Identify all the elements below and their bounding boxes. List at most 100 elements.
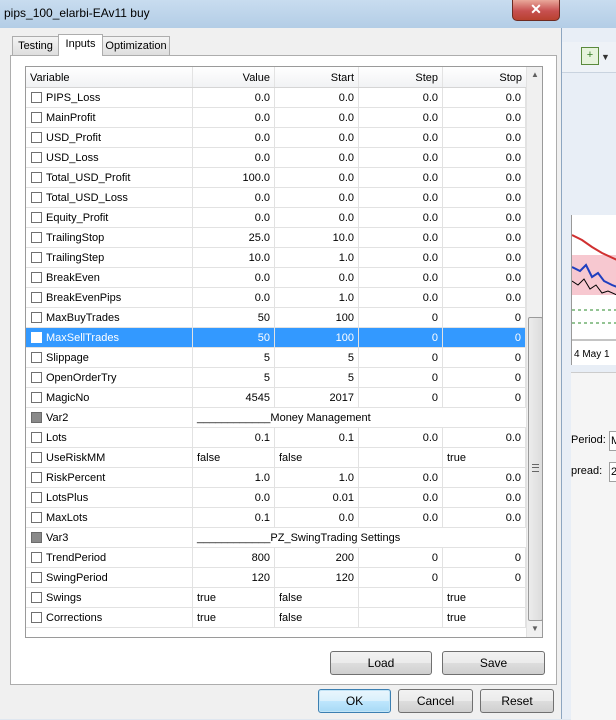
start-cell[interactable]: 2017	[275, 388, 359, 407]
start-cell[interactable]: 0.0	[275, 168, 359, 187]
value-cell[interactable]: true	[193, 608, 275, 627]
table-row[interactable]: USD_Profit 0.0 0.0 0.0 0.0	[26, 128, 526, 148]
stop-cell[interactable]: 0.0	[443, 188, 526, 207]
spread-field[interactable]: 2	[609, 462, 616, 482]
start-cell[interactable]: false	[275, 588, 359, 607]
table-row[interactable]: MainProfit 0.0 0.0 0.0 0.0	[26, 108, 526, 128]
column-header-step[interactable]: Step	[359, 67, 443, 87]
value-cell[interactable]: 0.0	[193, 88, 275, 107]
table-row[interactable]: MaxBuyTrades 50 100 0 0	[26, 308, 526, 328]
section-separator-value[interactable]: ____________PZ_SwingTrading Settings	[193, 528, 526, 547]
stop-cell[interactable]: 0.0	[443, 288, 526, 307]
tab-optimization[interactable]: Optimization	[102, 36, 170, 55]
column-header-value[interactable]: Value	[193, 67, 275, 87]
step-cell[interactable]: 0	[359, 388, 443, 407]
value-cell[interactable]: 25.0	[193, 228, 275, 247]
value-cell[interactable]: true	[193, 588, 275, 607]
table-row[interactable]: RiskPercent 1.0 1.0 0.0 0.0	[26, 468, 526, 488]
value-cell[interactable]: 0.1	[193, 508, 275, 527]
step-cell[interactable]: 0	[359, 368, 443, 387]
new-chart-icon[interactable]: +	[581, 47, 599, 65]
value-cell[interactable]: 50	[193, 328, 275, 347]
value-cell[interactable]: 50	[193, 308, 275, 327]
table-row[interactable]: LotsPlus 0.0 0.01 0.0 0.0	[26, 488, 526, 508]
save-button[interactable]: Save	[442, 651, 545, 675]
step-cell[interactable]: 0.0	[359, 168, 443, 187]
stop-cell[interactable]: 0.0	[443, 128, 526, 147]
table-row[interactable]: TrailingStop 25.0 10.0 0.0 0.0	[26, 228, 526, 248]
table-row[interactable]: Total_USD_Loss 0.0 0.0 0.0 0.0	[26, 188, 526, 208]
table-row[interactable]: MaxLots 0.1 0.0 0.0 0.0	[26, 508, 526, 528]
stop-cell[interactable]: 0.0	[443, 488, 526, 507]
stop-cell[interactable]: 0.0	[443, 268, 526, 287]
stop-cell[interactable]: true	[443, 608, 526, 627]
value-cell[interactable]: 0.0	[193, 288, 275, 307]
period-select[interactable]: M	[609, 431, 616, 451]
step-cell[interactable]	[359, 588, 443, 607]
value-cell[interactable]: 800	[193, 548, 275, 567]
start-cell[interactable]: 0.01	[275, 488, 359, 507]
start-cell[interactable]: 0.0	[275, 508, 359, 527]
step-cell[interactable]: 0	[359, 548, 443, 567]
table-row[interactable]: Swings true false true	[26, 588, 526, 608]
step-cell[interactable]: 0	[359, 308, 443, 327]
stop-cell[interactable]: true	[443, 588, 526, 607]
step-cell[interactable]: 0.0	[359, 468, 443, 487]
stop-cell[interactable]: 0	[443, 548, 526, 567]
step-cell[interactable]: 0	[359, 568, 443, 587]
start-cell[interactable]: 0.0	[275, 208, 359, 227]
step-cell[interactable]: 0.0	[359, 268, 443, 287]
table-row[interactable]: Equity_Profit 0.0 0.0 0.0 0.0	[26, 208, 526, 228]
column-header-start[interactable]: Start	[275, 67, 359, 87]
stop-cell[interactable]: 0	[443, 308, 526, 327]
value-cell[interactable]: 0.0	[193, 188, 275, 207]
table-row[interactable]: TrailingStep 10.0 1.0 0.0 0.0	[26, 248, 526, 268]
step-cell[interactable]: 0.0	[359, 428, 443, 447]
stop-cell[interactable]: 0.0	[443, 88, 526, 107]
stop-cell[interactable]: 0.0	[443, 508, 526, 527]
stop-cell[interactable]: 0.0	[443, 428, 526, 447]
table-row[interactable]: BreakEven 0.0 0.0 0.0 0.0	[26, 268, 526, 288]
stop-cell[interactable]: 0.0	[443, 228, 526, 247]
start-cell[interactable]: 0.0	[275, 108, 359, 127]
table-row[interactable]: USD_Loss 0.0 0.0 0.0 0.0	[26, 148, 526, 168]
step-cell[interactable]: 0.0	[359, 188, 443, 207]
step-cell[interactable]: 0.0	[359, 488, 443, 507]
stop-cell[interactable]: 0.0	[443, 168, 526, 187]
section-separator-value[interactable]: ____________Money Management	[193, 408, 526, 427]
stop-cell[interactable]: 0.0	[443, 148, 526, 167]
tab-inputs[interactable]: Inputs	[58, 34, 103, 56]
start-cell[interactable]: 5	[275, 348, 359, 367]
start-cell[interactable]: false	[275, 608, 359, 627]
table-row[interactable]: Lots 0.1 0.1 0.0 0.0	[26, 428, 526, 448]
stop-cell[interactable]: 0.0	[443, 248, 526, 267]
step-cell[interactable]: 0	[359, 328, 443, 347]
start-cell[interactable]: 1.0	[275, 468, 359, 487]
start-cell[interactable]: 5	[275, 368, 359, 387]
value-cell[interactable]: 120	[193, 568, 275, 587]
value-cell[interactable]: 1.0	[193, 468, 275, 487]
step-cell[interactable]	[359, 448, 443, 467]
table-row[interactable]: SwingPeriod 120 120 0 0	[26, 568, 526, 588]
value-cell[interactable]: 0.0	[193, 268, 275, 287]
start-cell[interactable]: 0.0	[275, 88, 359, 107]
close-button[interactable]: ✕	[512, 0, 560, 21]
step-cell[interactable]	[359, 608, 443, 627]
value-cell[interactable]: 5	[193, 368, 275, 387]
step-cell[interactable]: 0.0	[359, 88, 443, 107]
value-cell[interactable]: 10.0	[193, 248, 275, 267]
table-row[interactable]: BreakEvenPips 0.0 1.0 0.0 0.0	[26, 288, 526, 308]
value-cell[interactable]: 100.0	[193, 168, 275, 187]
step-cell[interactable]: 0.0	[359, 288, 443, 307]
reset-button[interactable]: Reset	[480, 689, 554, 713]
ok-button[interactable]: OK	[318, 689, 391, 713]
table-row[interactable]: TrendPeriod 800 200 0 0	[26, 548, 526, 568]
table-row[interactable]: PIPS_Loss 0.0 0.0 0.0 0.0	[26, 88, 526, 108]
step-cell[interactable]: 0.0	[359, 208, 443, 227]
value-cell[interactable]: 0.0	[193, 108, 275, 127]
step-cell[interactable]: 0	[359, 348, 443, 367]
stop-cell[interactable]: 0	[443, 388, 526, 407]
start-cell[interactable]: 10.0	[275, 228, 359, 247]
value-cell[interactable]: 0.1	[193, 428, 275, 447]
table-row[interactable]: MagicNo 4545 2017 0 0	[26, 388, 526, 408]
